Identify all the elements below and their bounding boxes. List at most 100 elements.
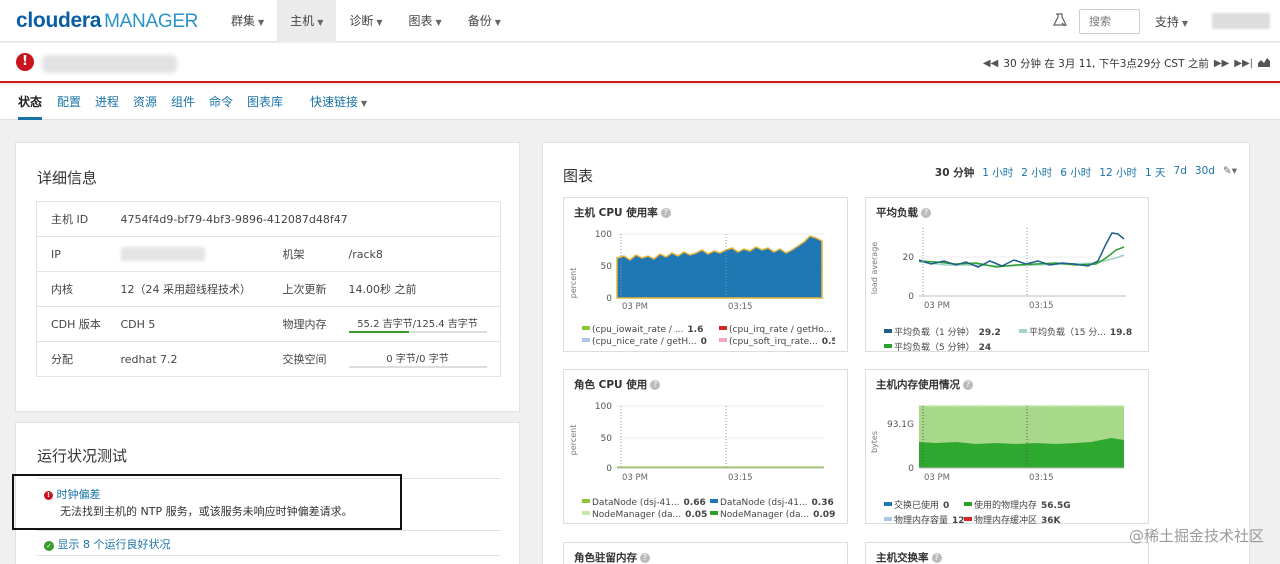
rack-label: 机架 [268, 236, 335, 272]
memory-usage-text: 55.2 吉字节/125.4 吉字节 [357, 319, 478, 330]
x-tick: 03:15 [1029, 301, 1054, 311]
x-tick: 03 PM [622, 473, 648, 483]
tab-chart-library[interactable]: 图表库 [247, 93, 283, 110]
nav-clusters[interactable]: 群集 ▼ [218, 0, 277, 42]
user-menu-redacted[interactable] [1212, 13, 1270, 29]
range-12h[interactable]: 12 小时 [1099, 165, 1137, 180]
cloudera-manager-logo[interactable]: cloudera MANAGER [16, 9, 198, 33]
skip-to-now-icon[interactable]: ▶▶| [1234, 58, 1253, 69]
rewind-icon[interactable]: ◀◀ [983, 58, 998, 69]
memory-usage-fill [348, 331, 410, 333]
nav-backup[interactable]: 备份 ▼ [455, 0, 514, 42]
legend-item[interactable]: NodeManager (da... 0.05 [582, 510, 710, 520]
legend-item[interactable]: (cpu_irq_rate / getHo...0 [719, 325, 835, 335]
logo-main: cloudera [16, 9, 102, 32]
range-1h[interactable]: 1 小时 [982, 165, 1013, 180]
chart-host-cpu: 主机 CPU 使用率? percent 100 50 0 03 PM 03:15… [563, 197, 848, 352]
load-1m-line [918, 232, 1125, 268]
nav-charts[interactable]: 图表 ▼ [396, 0, 455, 42]
host-id-label: 主机 ID [36, 201, 107, 237]
host-header: ! ◀◀ 30 分钟 在 3月 11, 下午3点29分 CST 之前 ▶▶ ▶▶… [0, 43, 1280, 83]
cores-value: 12（24 采用超线程技术） [106, 271, 269, 307]
x-tick: 03 PM [622, 302, 648, 312]
divider [36, 530, 501, 531]
cdh-value: CDH 5 [106, 306, 269, 342]
chart-role-resident-memory: 角色驻留内存? [563, 542, 848, 564]
range-6h[interactable]: 6 小时 [1060, 165, 1091, 180]
cores-label: 内核 [36, 271, 107, 307]
x-tick: 03:15 [728, 302, 753, 312]
details-panel: 详细信息 主机 ID 4754f4d9-bf79-4bf3-9896-41208… [15, 142, 520, 412]
watermark: @稀土掘金技术社区 [1128, 527, 1264, 545]
tab-quick-links[interactable]: 快速链接 ▼ [310, 93, 367, 110]
chart-title: 主机交换率 [876, 552, 929, 564]
cpu-usage-area [616, 235, 823, 299]
y-tick: 93.1G [887, 420, 914, 430]
memory-usage-bar: 55.2 吉字节/125.4 吉字节 [348, 315, 487, 333]
help-icon[interactable]: ? [640, 553, 650, 563]
time-controls: ◀◀ 30 分钟 在 3月 11, 下午3点29分 CST 之前 ▶▶ ▶▶| [983, 56, 1270, 71]
chevron-down-icon: ▼ [494, 18, 501, 27]
y-axis-label: percent [569, 425, 578, 456]
chevron-down-icon: ▼ [361, 99, 368, 108]
top-navbar: clouderaMANAGER 群集▼ 主机▼ 诊断▼ 图表▼ 备份▼ 支持▼ [0, 0, 1280, 42]
tab-status[interactable]: 状态 [18, 93, 43, 120]
range-7d[interactable]: 7d [1174, 165, 1187, 180]
search-input[interactable] [1079, 9, 1140, 34]
range-30m[interactable]: 30 分钟 [935, 165, 974, 180]
tab-components[interactable]: 组件 [171, 93, 195, 110]
legend-item[interactable]: 使用的物理内存 56.5G [964, 498, 1134, 511]
legend-item[interactable]: (cpu_soft_irq_rate...0.54 [719, 337, 835, 347]
legend-item[interactable]: (cpu_iowait_rate / ... 1.6 [582, 325, 719, 335]
legend-item[interactable]: 物理内存容量125G [884, 513, 964, 526]
legend-item[interactable]: (cpu_nice_rate / getH... 0 [582, 337, 719, 347]
check-circle-icon: ✓ [44, 541, 54, 551]
time-range-text[interactable]: 30 分钟 在 3月 11, 下午3点29分 CST 之前 [1003, 56, 1209, 71]
y-tick: 100 [595, 230, 612, 240]
chart-load-average: 平均负载? load average 20 0 03 PM 03:15 平均负载… [865, 197, 1149, 353]
time-range-links: 30 分钟 1 小时 2 小时 6 小时 12 小时 1 天 7d 30d ✎▾ [935, 165, 1237, 180]
y-tick: 0 [606, 294, 612, 304]
range-30d[interactable]: 30d [1195, 165, 1215, 180]
help-icon[interactable]: ? [931, 553, 942, 563]
running-commands-icon[interactable] [1052, 12, 1068, 28]
host-subtabs: 状态 配置 进程 资源 组件 命令 图表库 快速链接 ▼ [0, 85, 1280, 120]
memory-label: 物理内存 [268, 306, 335, 342]
swap-usage-text: 0 字节/0 字节 [386, 354, 449, 365]
range-2h[interactable]: 2 小时 [1021, 165, 1052, 180]
chart-host-memory: 主机内存使用情况? bytes 93.1G 0 03 PM 03:15 交换已使… [865, 369, 1149, 526]
forward-icon[interactable]: ▶▶ [1214, 58, 1229, 69]
chevron-down-icon: ▼ [258, 18, 265, 27]
legend-item[interactable]: 平均负载（5 分钟） 24 [884, 340, 1019, 353]
nav-hosts[interactable]: 主机 ▼ [277, 0, 337, 42]
edit-pencil-icon[interactable]: ✎▾ [1223, 165, 1237, 180]
swap-label: 交换空间 [268, 341, 335, 377]
nav-diagnostics[interactable]: 诊断 ▼ [336, 0, 395, 42]
x-tick: 03:15 [728, 473, 753, 483]
support-menu[interactable]: 支持 ▼ [1155, 13, 1188, 30]
y-tick: 100 [595, 402, 612, 412]
legend-item[interactable]: NodeManager (da... 0.09 [710, 510, 835, 520]
role-cpu-chart-legend: DataNode (dsj-41... 0.66 DataNode (dsj-41… [582, 498, 835, 520]
details-table: 主机 ID 4754f4d9-bf79-4bf3-9896-412087d48f… [36, 201, 501, 377]
area-chart-icon[interactable] [1258, 57, 1270, 70]
tab-processes[interactable]: 进程 [95, 93, 119, 110]
tab-resources[interactable]: 资源 [133, 93, 157, 110]
show-good-health-link[interactable]: ✓ 显示 8 个运行良好状况 [44, 536, 171, 552]
legend-item[interactable]: DataNode (dsj-41... 0.66 [582, 498, 710, 508]
y-tick: 0 [606, 464, 612, 474]
legend-item[interactable]: 交换已使用 0 [884, 498, 964, 511]
range-1d[interactable]: 1 天 [1145, 165, 1166, 180]
legend-item[interactable]: DataNode (dsj-41... 0.36 [710, 498, 835, 508]
error-status-icon: ! [16, 53, 34, 71]
y-axis-label: bytes [870, 431, 879, 453]
legend-item[interactable]: 平均负载（15 分... 19.8 [1019, 325, 1139, 338]
tab-commands[interactable]: 命令 [209, 93, 233, 110]
legend-item[interactable]: 平均负载（1 分钟） 29.2 [884, 325, 1019, 338]
divider [36, 555, 501, 556]
distribution-value: redhat 7.2 [106, 341, 269, 377]
y-tick: 0 [908, 292, 914, 302]
host-id-value: 4754f4d9-bf79-4bf3-9896-412087d48f47 [106, 201, 501, 237]
tab-config[interactable]: 配置 [57, 93, 81, 110]
legend-item[interactable]: 物理内存缓冲区 36K [964, 513, 1134, 526]
